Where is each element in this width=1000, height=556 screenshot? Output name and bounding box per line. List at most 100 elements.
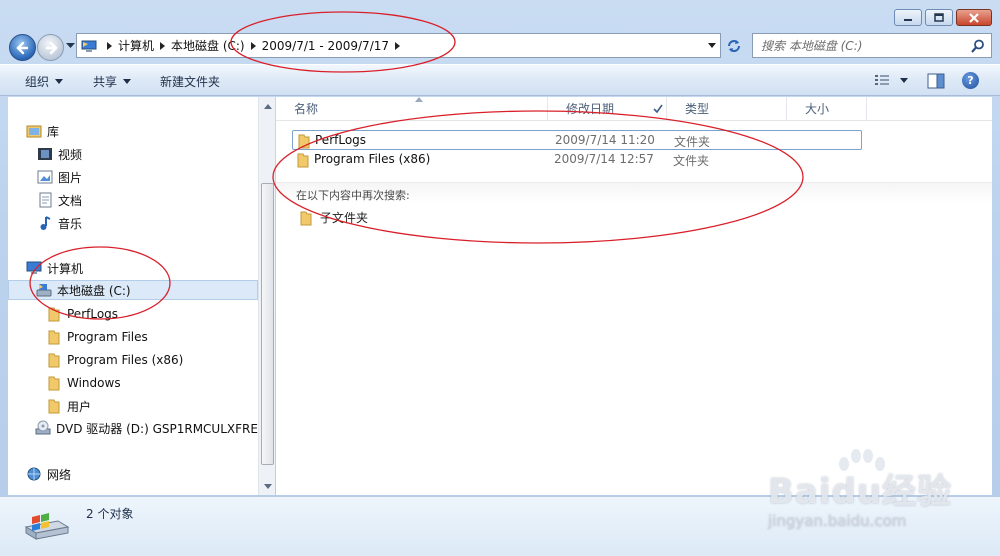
close-button[interactable] (956, 9, 992, 26)
nav-label: 用户 (67, 399, 92, 414)
preview-pane-icon[interactable] (927, 73, 945, 89)
column-header-size[interactable]: 大小 (787, 97, 867, 121)
folder-icon (297, 153, 309, 168)
nav-item-windows[interactable]: Windows (46, 373, 121, 393)
drive-icon (24, 513, 70, 540)
column-label: 类型 (685, 102, 710, 116)
watermark: Baidu经验 jingyan.baidu.com (760, 448, 980, 538)
share-label: 共享 (93, 75, 118, 89)
breadcrumb-local-disk[interactable]: 本地磁盘 (C:) (171, 37, 245, 54)
file-list-pane: 名称 修改日期 类型 大小 PerfLogs 2009/7/14 11:20 文… (276, 97, 992, 495)
nav-item-local-disk[interactable]: 本地磁盘 (C:) (8, 280, 258, 300)
sort-ascending-icon (415, 97, 423, 102)
library-icon (26, 125, 42, 138)
folder-icon (48, 353, 60, 368)
nav-item-program-files-x86[interactable]: Program Files (x86) (46, 350, 183, 370)
computer-icon (26, 261, 42, 274)
subfolder-label: 子文件夹 (320, 211, 369, 225)
nav-item-program-files[interactable]: Program Files (46, 327, 148, 347)
maximize-button[interactable] (925, 9, 953, 26)
nav-label: 网络 (47, 467, 72, 482)
breadcrumb-separator[interactable] (395, 41, 401, 50)
minimize-button[interactable] (894, 9, 922, 26)
organize-button[interactable]: 组织 (25, 73, 64, 90)
arrow-right-icon (45, 41, 58, 55)
chevron-down-icon (55, 79, 64, 84)
item-count: 2 个对象 (86, 507, 134, 521)
scroll-thumb[interactable] (261, 183, 274, 465)
breadcrumb-separator[interactable] (160, 41, 166, 50)
back-button[interactable] (9, 34, 36, 61)
nav-item-pictures[interactable]: 图片 (37, 167, 82, 187)
address-history-dropdown[interactable] (708, 43, 716, 48)
nav-item-computer[interactable]: 计算机 (26, 258, 83, 278)
network-icon (27, 467, 41, 481)
search-again-label: 在以下内容中再次搜索: (296, 189, 410, 202)
nav-item-libraries[interactable]: 库 (26, 121, 59, 141)
address-bar[interactable]: 计算机 本地磁盘 (C:) 2009/7/1 - 2009/7/17 (76, 33, 721, 58)
nav-label: 图片 (58, 170, 83, 185)
drive-icon (36, 284, 52, 297)
new-folder-label: 新建文件夹 (160, 75, 221, 89)
column-header-name[interactable]: 名称 (276, 97, 548, 121)
subfolder-search-link[interactable]: 子文件夹 (298, 209, 368, 226)
help-icon: ? (967, 74, 974, 87)
column-headers: 名称 修改日期 类型 大小 (276, 97, 992, 121)
chevron-down-icon[interactable] (900, 77, 908, 83)
folder-icon (298, 134, 310, 149)
explorer-window: 计算机 本地磁盘 (C:) 2009/7/1 - 2009/7/17 搜索 本地… (0, 0, 1000, 556)
refresh-icon (728, 40, 740, 52)
dvd-drive-icon (35, 420, 51, 435)
document-icon (39, 192, 52, 208)
column-header-type[interactable]: 类型 (667, 97, 787, 121)
details-view-icon (875, 75, 889, 85)
file-type: 文件夹 (674, 135, 711, 149)
watermark-url: jingyan.baidu.com (768, 512, 907, 530)
navigation-row: 计算机 本地磁盘 (C:) 2009/7/1 - 2009/7/17 搜索 本地… (0, 30, 1000, 63)
refresh-button[interactable] (724, 36, 744, 56)
scroll-up-icon[interactable] (264, 104, 272, 109)
file-modified: 2009/7/14 12:57 (554, 152, 654, 166)
caption-buttons (891, 9, 992, 26)
change-view-button[interactable] (874, 73, 908, 87)
file-type: 文件夹 (673, 154, 710, 168)
column-label: 名称 (294, 102, 319, 116)
breadcrumb-separator (107, 41, 112, 50)
column-label: 大小 (805, 102, 830, 116)
nav-item-users[interactable]: 用户 (46, 396, 91, 416)
chevron-down-icon[interactable] (66, 43, 75, 49)
column-header-modified[interactable]: 修改日期 (548, 97, 667, 121)
file-row-perflogs[interactable]: PerfLogs 2009/7/14 11:20 文件夹 (292, 130, 862, 150)
command-toolbar: 组织 共享 新建文件夹 ? (0, 64, 1000, 96)
minimize-icon (904, 18, 912, 21)
video-icon (38, 148, 52, 160)
scroll-down-icon[interactable] (264, 484, 272, 489)
nav-item-music[interactable]: 音乐 (37, 213, 82, 233)
forward-button[interactable] (37, 34, 64, 61)
nav-item-network[interactable]: 网络 (26, 464, 71, 484)
organize-label: 组织 (25, 75, 50, 89)
column-label: 修改日期 (566, 102, 615, 116)
file-name: PerfLogs (315, 133, 367, 147)
search-icon[interactable] (970, 38, 986, 54)
search-placeholder: 搜索 本地磁盘 (C:) (761, 39, 863, 53)
nav-item-perflogs[interactable]: PerfLogs (46, 304, 118, 324)
watermark-brand: Baidu经验 (768, 472, 953, 512)
nav-pane-scrollbar[interactable] (258, 97, 275, 495)
search-input[interactable]: 搜索 本地磁盘 (C:) (752, 33, 992, 58)
share-button[interactable]: 共享 (93, 73, 132, 90)
nav-item-dvd-drive[interactable]: DVD 驱动器 (D:) GSP1RMCULXFRER (35, 418, 258, 438)
nav-label: Program Files (x86) (67, 353, 184, 367)
nav-label: 本地磁盘 (C:) (57, 283, 131, 298)
nav-label: 计算机 (47, 261, 84, 276)
nav-item-documents[interactable]: 文档 (37, 190, 82, 210)
nav-item-videos[interactable]: 视频 (37, 144, 82, 164)
breadcrumb-computer[interactable]: 计算机 (118, 37, 154, 54)
checkmark-icon (653, 104, 663, 114)
file-row-program-files-x86[interactable]: Program Files (x86) 2009/7/14 12:57 文件夹 (292, 150, 862, 170)
help-button[interactable]: ? (962, 72, 979, 89)
breadcrumb-separator[interactable] (250, 41, 256, 50)
breadcrumb-date-range[interactable]: 2009/7/1 - 2009/7/17 (262, 39, 389, 53)
file-modified: 2009/7/14 11:20 (555, 133, 655, 147)
new-folder-button[interactable]: 新建文件夹 (160, 73, 220, 90)
